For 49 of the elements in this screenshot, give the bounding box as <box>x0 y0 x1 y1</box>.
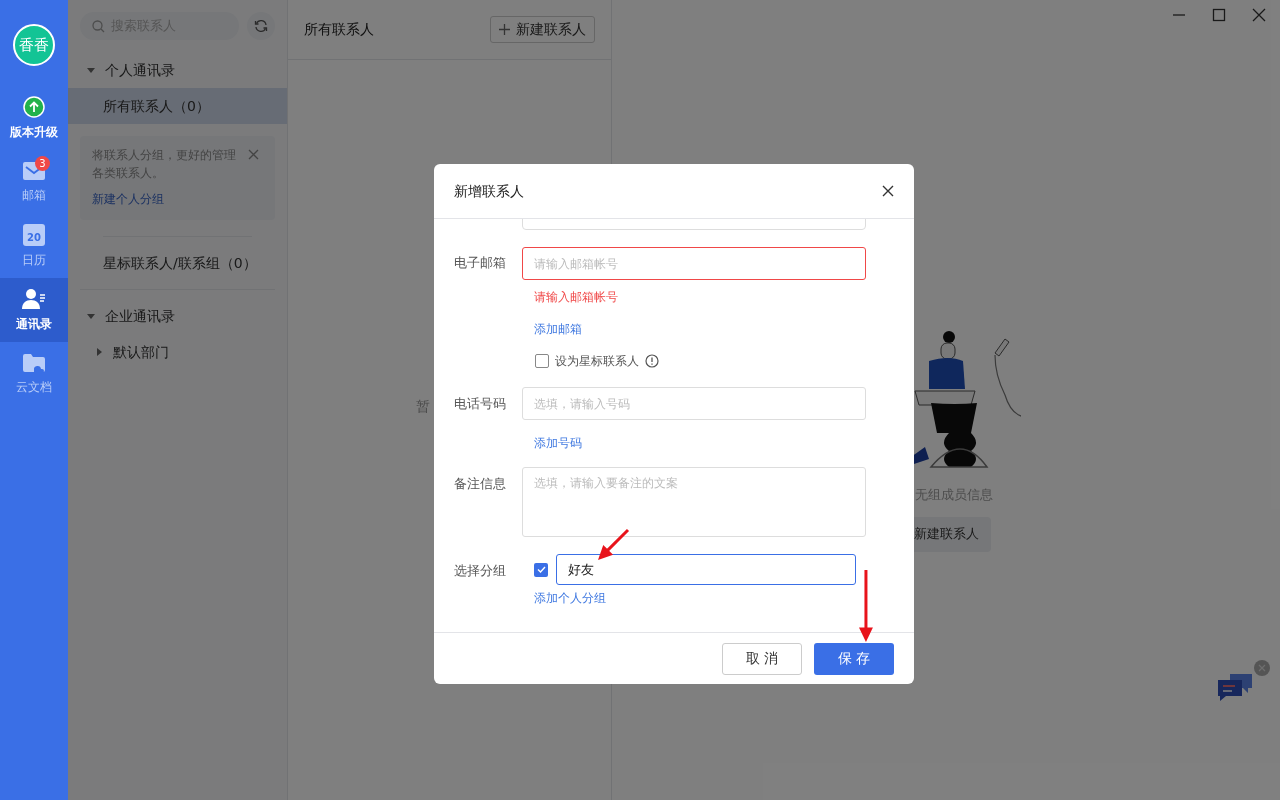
dialog-title: 新增联系人 <box>454 181 524 201</box>
maximize-icon[interactable] <box>1212 8 1226 22</box>
info-icon[interactable] <box>645 354 659 368</box>
folder-icon <box>22 352 46 373</box>
tree-item[interactable]: 星标联系人/联系组（0） <box>68 237 287 289</box>
email-field[interactable]: 请输入邮箱帐号 <box>522 247 866 280</box>
calendar-icon: 20 <box>23 223 45 246</box>
upgrade-icon <box>23 95 45 118</box>
nav-item[interactable]: 版本升级 <box>0 86 68 150</box>
add-phone-link[interactable]: 添加号码 <box>534 434 582 452</box>
save-button[interactable]: 保存 <box>814 642 894 675</box>
field-label: 电话号码 <box>454 395 507 413</box>
group-name-field[interactable]: 好友 <box>556 554 856 585</box>
refresh-icon <box>254 19 268 33</box>
add-group-link[interactable]: 添加个人分组 <box>534 589 606 607</box>
phone-field[interactable]: 选填，请输入号码 <box>522 387 866 420</box>
error-text: 请输入邮箱帐号 <box>534 289 619 306</box>
unread-badge: 3 <box>35 156 50 171</box>
annotation-arrow <box>598 528 630 560</box>
field-label: 选择分组 <box>454 562 507 580</box>
nav-item[interactable]: 20 日历 <box>0 214 68 278</box>
tree-group[interactable]: 默认部门 <box>68 334 287 370</box>
group-checkbox[interactable] <box>534 562 548 577</box>
new-contact-button[interactable]: 新建联系人 <box>490 16 595 43</box>
close-icon[interactable] <box>882 185 894 197</box>
contacts-icon <box>22 287 46 310</box>
field-label: 电子邮箱 <box>454 254 507 272</box>
checkbox-label: 设为星标联系人 <box>555 353 639 370</box>
tree-item[interactable]: 所有联系人（0） <box>68 88 287 124</box>
refresh-button[interactable] <box>247 12 275 40</box>
caret-icon[interactable] <box>87 66 95 74</box>
caret-icon[interactable] <box>87 312 95 320</box>
plus-icon <box>499 24 510 35</box>
star-checkbox[interactable] <box>535 354 549 368</box>
pane-title: 所有联系人 <box>304 20 374 39</box>
tree-group[interactable]: 个人通讯录 <box>68 52 287 88</box>
nav-item[interactable]: 通讯录 <box>0 278 68 342</box>
new-group-link[interactable]: 新建个人分组 <box>92 190 263 208</box>
annotation-arrow <box>859 570 873 642</box>
tree-group[interactable]: 企业通讯录 <box>68 298 287 334</box>
cancel-button[interactable]: 取消 <box>722 642 802 675</box>
field-label: 备注信息 <box>454 475 507 493</box>
nav-item[interactable]: 邮箱 3 <box>0 150 68 214</box>
nav-item[interactable]: 云文档 <box>0 342 68 406</box>
user-avatar[interactable]: 香香 <box>13 24 55 66</box>
caret-icon[interactable] <box>95 348 103 356</box>
add-email-link[interactable]: 添加邮箱 <box>534 320 582 338</box>
search-icon <box>92 19 105 33</box>
note-field[interactable]: 选填，请输入要备注的文案 <box>522 467 866 537</box>
